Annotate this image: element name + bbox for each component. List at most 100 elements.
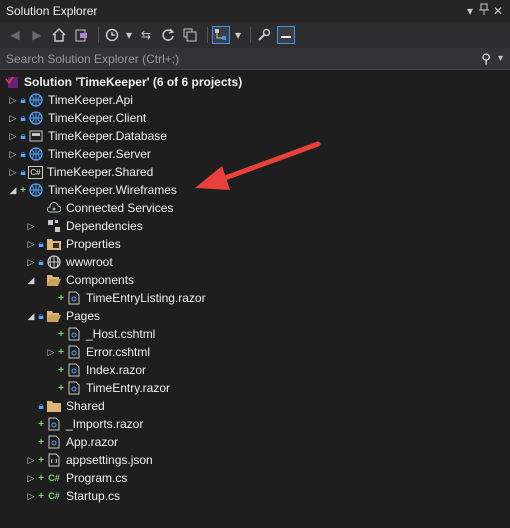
solution-label: Solution 'TimeKeeper' (6 of 6 projects) [24,75,243,89]
tree-node-project-wireframes[interactable]: ◢ + TimeKeeper.Wireframes [8,181,177,199]
tree-node-project[interactable]: ▷ 🔒︎ TimeKeeper.Database [8,127,167,145]
web-project-icon [28,92,44,108]
tree-node-shared[interactable]: 🔒︎ Shared [36,397,104,415]
item-label: Components [66,273,135,287]
tree-node-components[interactable]: ◢ Components [26,271,135,289]
properties-wrench-icon[interactable] [255,26,273,44]
expand-arrow-icon[interactable]: ▷ [46,343,56,361]
tree-node-properties[interactable]: ▷ 🔒︎ Properties [26,235,121,253]
razor-file-icon [66,290,82,306]
lock-icon: 🔒︎ [38,400,44,412]
solution-icon [4,74,20,90]
added-icon: + [58,328,64,340]
lock-icon: 🔒︎ [20,166,26,178]
razor-file-icon [66,362,82,378]
tree-node-project[interactable]: ▷ 🔒︎ C# TimeKeeper.Shared [8,163,154,181]
expand-arrow-icon[interactable]: ▷ [8,163,18,181]
added-icon: + [58,292,64,304]
database-project-icon [28,128,44,144]
expand-arrow-icon[interactable]: ▷ [26,487,36,505]
show-all-files-icon[interactable] [212,26,230,44]
refresh-icon[interactable] [159,26,177,44]
tree-node-connected-services[interactable]: Connected Services [46,199,173,217]
tree-node-file[interactable]: + _Imports.razor [36,415,143,433]
item-label: Index.razor [86,363,147,377]
tree-node-file[interactable]: + App.razor [36,433,118,451]
search-input[interactable] [0,50,474,67]
search-options-chevron-icon[interactable]: ▾ [498,53,510,64]
tree-node-dependencies[interactable]: ▷ Dependencies [26,217,143,235]
item-label: Program.cs [66,471,128,485]
folder-icon [46,236,62,252]
expand-arrow-icon[interactable]: ▷ [26,469,36,487]
switch-views-icon[interactable] [72,26,90,44]
added-icon: + [20,184,26,196]
tree-node-file[interactable]: ▷ + appsettings.json [26,451,153,469]
search-icon[interactable]: ⚲ [474,51,498,67]
cshtml-file-icon [66,326,82,342]
item-label: Error.cshtml [86,345,151,359]
item-label: TimeEntryListing.razor [86,291,206,305]
razor-file-icon [66,380,82,396]
globe-icon [46,254,62,270]
expand-arrow-icon[interactable]: ▷ [26,217,36,235]
tree-node-solution[interactable]: Solution 'TimeKeeper' (6 of 6 projects) [4,73,242,91]
folder-open-icon [46,308,62,324]
sync-with-active-document-icon[interactable]: ⇆ [137,26,155,44]
item-label: Pages [66,309,101,323]
chevron-down-icon[interactable]: ▾ [125,26,133,44]
preview-selected-items-icon[interactable] [277,26,295,44]
tree-node-project[interactable]: ▷ 🔒︎ TimeKeeper.Api [8,91,133,109]
added-icon: + [38,472,44,484]
expand-arrow-icon[interactable]: ▷ [8,145,18,163]
lock-icon: 🔒︎ [20,94,26,106]
expand-arrow-icon[interactable]: ▷ [8,127,18,145]
collapse-all-icon[interactable] [181,26,199,44]
razor-file-icon [46,416,62,432]
toolbar-separator [250,27,251,43]
added-icon: + [58,346,64,358]
dependencies-icon [46,218,62,234]
expand-arrow-icon[interactable]: ▷ [8,91,18,109]
csharp-project-icon: C# [28,165,43,179]
expand-arrow-icon[interactable]: ▷ [26,235,36,253]
project-label: TimeKeeper.Wireframes [48,183,177,197]
tree-node-file[interactable]: + Index.razor [56,361,146,379]
item-label: _Imports.razor [66,417,144,431]
expand-arrow-icon[interactable]: ▷ [26,451,36,469]
collapse-arrow-icon[interactable]: ◢ [8,181,18,199]
tree-node-file[interactable]: ▷ + Error.cshtml [46,343,150,361]
close-icon[interactable]: ✕ [490,3,506,19]
folder-open-icon [46,272,62,288]
back-icon[interactable]: ◀ [6,26,24,44]
tree-node-file[interactable]: + _Host.cshtml [56,325,155,343]
tree-node-wwwroot[interactable]: ▷ 🔒︎ wwwroot [26,253,113,271]
lock-icon: 🔒︎ [20,130,26,142]
chevron-down-icon[interactable]: ▾ [234,26,242,44]
tree-node-pages[interactable]: ◢ 🔒︎ Pages [26,307,101,325]
home-icon[interactable] [50,26,68,44]
tree-node-file[interactable]: ▷ + C# Startup.cs [26,487,121,505]
item-label: Dependencies [66,219,143,233]
tree-node-project[interactable]: ▷ 🔒︎ TimeKeeper.Server [8,145,151,163]
added-icon: + [38,490,44,502]
added-icon: + [38,454,44,466]
expand-arrow-icon[interactable]: ▷ [26,253,36,271]
tree-node-project[interactable]: ▷ 🔒︎ TimeKeeper.Client [8,109,147,127]
pending-changes-filter-icon[interactable] [103,26,121,44]
tree-node-file[interactable]: + TimeEntry.razor [56,379,170,397]
tree-node-file[interactable]: + TimeEntryListing.razor [56,289,206,307]
collapse-arrow-icon[interactable]: ◢ [26,271,36,289]
expand-arrow-icon[interactable]: ▷ [8,109,18,127]
project-label: TimeKeeper.Client [48,111,147,125]
forward-icon[interactable]: ▶ [28,26,46,44]
lock-icon: 🔒︎ [20,112,26,124]
item-label: Startup.cs [66,489,121,503]
item-label: Connected Services [66,201,174,215]
item-label: _Host.cshtml [86,327,156,341]
search-bar: ⚲ ▾ [0,48,510,70]
added-icon: + [38,418,44,430]
item-label: appsettings.json [66,453,153,467]
tree-node-file[interactable]: ▷ + C# Program.cs [26,469,128,487]
collapse-arrow-icon[interactable]: ◢ [26,307,36,325]
